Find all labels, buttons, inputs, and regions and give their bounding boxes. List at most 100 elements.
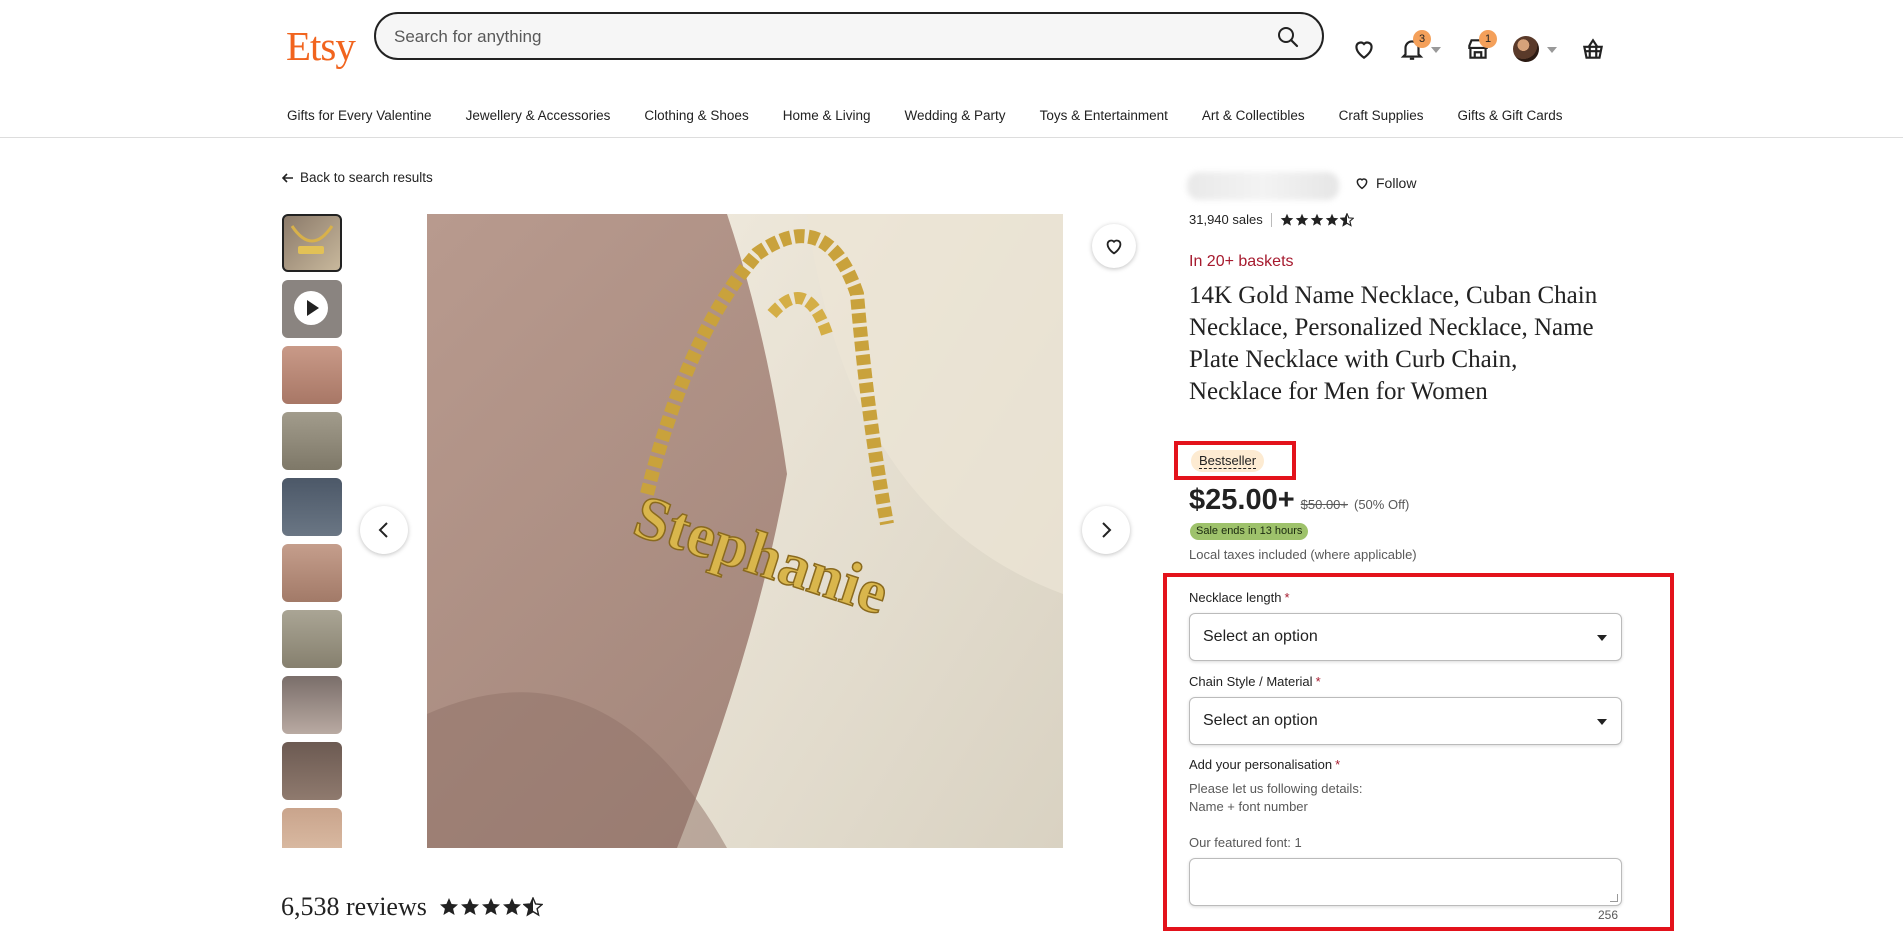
bestseller-label: Bestseller <box>1199 453 1257 469</box>
rating-stars <box>439 897 543 917</box>
heart-icon <box>1106 239 1122 255</box>
chain-style-label-text: Chain Style / Material <box>1189 674 1313 689</box>
thumbnail-3[interactable] <box>282 346 342 404</box>
personalisation-textarea[interactable] <box>1189 858 1622 906</box>
discount-percent: (50% Off) <box>1354 497 1410 512</box>
star-icon <box>1325 213 1339 226</box>
personalisation-hint-3: Our featured font: 1 <box>1189 835 1302 850</box>
reviews-summary[interactable]: 6,538 reviews <box>281 892 543 922</box>
chain-style-label: Chain Style / Material * <box>1189 674 1321 689</box>
chevron-down-icon <box>1431 47 1441 53</box>
personalisation-hint-1: Please let us following details: <box>1189 781 1363 796</box>
thumbnail-6[interactable] <box>282 544 342 602</box>
search-icon[interactable] <box>1276 25 1300 49</box>
nav-item-jewellery[interactable]: Jewellery & Accessories <box>466 108 611 123</box>
bestseller-badge[interactable]: Bestseller <box>1191 450 1265 472</box>
star-icon <box>1295 213 1309 226</box>
follow-label: Follow <box>1376 175 1417 191</box>
price-block: $25.00+ $50.00+ (50% Off) <box>1189 484 1409 517</box>
character-counter: 256 <box>1598 908 1619 922</box>
nav-item-gifts[interactable]: Gifts & Gift Cards <box>1457 108 1562 123</box>
thumbnail-9[interactable] <box>282 742 342 800</box>
thumbnail-10[interactable] <box>282 808 342 848</box>
dropdown-arrow-icon <box>1597 719 1607 725</box>
shop-manager-button[interactable]: 1 <box>1465 30 1497 64</box>
heart-icon <box>1356 178 1368 190</box>
etsy-logo[interactable]: Etsy <box>286 22 356 70</box>
nav-item-home[interactable]: Home & Living <box>783 108 871 123</box>
personalisation-hint-2: Name + font number <box>1189 799 1308 814</box>
nav-item-valentine[interactable]: Gifts for Every Valentine <box>287 108 432 123</box>
account-menu-button[interactable] <box>1513 36 1557 64</box>
thumbnail-8[interactable] <box>282 676 342 734</box>
thumbnail-1[interactable] <box>282 214 342 272</box>
favorite-item-button[interactable] <box>1092 224 1136 268</box>
follow-shop-button[interactable]: Follow <box>1354 175 1416 191</box>
star-half-icon <box>522 897 543 917</box>
star-half-icon <box>1339 212 1354 227</box>
arrow-left-icon <box>282 172 293 183</box>
necklace-length-label: Necklace length * <box>1189 590 1290 605</box>
required-mark: * <box>1335 757 1341 772</box>
notifications-badge: 3 <box>1413 30 1431 48</box>
shop-rating-stars[interactable] <box>1280 212 1354 227</box>
star-icon <box>460 898 479 915</box>
shop-name-blurred[interactable] <box>1187 172 1339 200</box>
shop-sales-rating: 31,940 sales <box>1189 212 1354 227</box>
chevron-left-icon <box>378 522 388 538</box>
necklace-photo: Stephanie <box>427 214 1063 848</box>
resize-handle-icon[interactable] <box>1610 894 1618 902</box>
thumbnail-4[interactable] <box>282 412 342 470</box>
sale-ends-badge: Sale ends in 13 hours <box>1190 523 1309 540</box>
product-title: 14K Gold Name Necklace, Cuban Chain Neck… <box>1189 282 1598 405</box>
nav-item-craft[interactable]: Craft Supplies <box>1339 108 1424 123</box>
avatar <box>1513 36 1539 62</box>
main-product-image[interactable]: Stephanie <box>427 214 1063 848</box>
thumbnail-5[interactable] <box>282 478 342 536</box>
notifications-button[interactable]: 3 <box>1399 30 1441 64</box>
heart-icon <box>1355 41 1373 59</box>
chain-style-value: Select an option <box>1203 712 1318 729</box>
star-icon <box>1310 213 1324 226</box>
chevron-down-icon <box>1547 47 1557 53</box>
back-to-results-link[interactable]: Back to search results <box>282 170 433 185</box>
star-icon <box>439 898 458 915</box>
shop-badge: 1 <box>1479 30 1497 48</box>
divider <box>1270 212 1272 227</box>
chain-style-select[interactable]: Select an option <box>1189 697 1622 745</box>
personalisation-label: Add your personalisation * <box>1189 757 1340 772</box>
required-mark: * <box>1315 674 1321 689</box>
basket-icon <box>1583 38 1603 59</box>
nav-item-art[interactable]: Art & Collectibles <box>1202 108 1305 123</box>
personalisation-label-text: Add your personalisation <box>1189 757 1333 772</box>
sales-count: 31,940 sales <box>1189 212 1263 227</box>
nav-item-toys[interactable]: Toys & Entertainment <box>1040 108 1168 123</box>
basket-button[interactable] <box>1580 36 1608 64</box>
category-nav: Gifts for Every Valentine Jewellery & Ac… <box>0 100 1903 138</box>
thumbnail-video[interactable] <box>282 280 342 338</box>
reviews-count: 6,538 reviews <box>281 892 427 921</box>
thumbnail-7[interactable] <box>282 610 342 668</box>
play-icon <box>294 291 328 325</box>
star-icon <box>1280 213 1294 226</box>
nav-item-wedding[interactable]: Wedding & Party <box>905 108 1006 123</box>
baskets-notice: In 20+ baskets <box>1189 253 1294 270</box>
back-label: Back to search results <box>300 170 433 185</box>
nav-item-clothing[interactable]: Clothing & Shoes <box>644 108 748 123</box>
star-icon <box>481 898 500 915</box>
necklace-thumb-image <box>290 225 334 254</box>
current-price: $25.00+ <box>1189 484 1295 516</box>
necklace-length-value: Select an option <box>1203 628 1318 645</box>
necklace-length-select[interactable]: Select an option <box>1189 613 1622 661</box>
next-image-button[interactable] <box>1082 506 1130 554</box>
prev-image-button[interactable] <box>360 506 408 554</box>
star-icon <box>502 898 521 915</box>
favorites-button[interactable] <box>1351 36 1379 64</box>
necklace-length-label-text: Necklace length <box>1189 590 1282 605</box>
dropdown-arrow-icon <box>1597 635 1607 641</box>
search-bar[interactable] <box>374 12 1324 60</box>
chevron-right-icon <box>1102 522 1112 538</box>
original-price: $50.00+ <box>1300 497 1348 512</box>
taxes-note: Local taxes included (where applicable) <box>1189 547 1417 562</box>
search-input[interactable] <box>394 25 1234 49</box>
